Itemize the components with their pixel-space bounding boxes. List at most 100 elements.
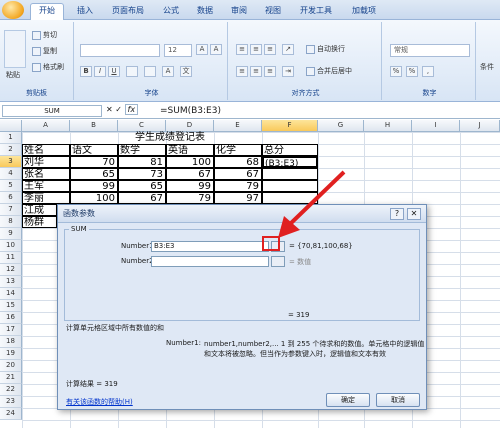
header-cell-math[interactable]: 数学 (118, 144, 166, 156)
active-cell[interactable]: (B3:E3) (262, 156, 318, 169)
header-cell-total[interactable]: 总分 (262, 144, 318, 156)
table-cell[interactable]: 73 (118, 168, 166, 180)
ok-button[interactable]: 确定 (326, 393, 370, 407)
cancel-button[interactable]: 取消 (376, 393, 420, 407)
office-button[interactable] (2, 1, 24, 19)
table-cell[interactable]: 67 (214, 168, 262, 180)
table-cell[interactable]: 68 (214, 156, 262, 168)
column-header-b[interactable]: B (70, 120, 118, 132)
wrap-text-button[interactable]: 自动换行 (306, 44, 345, 54)
tab-addins[interactable]: 加载项 (344, 4, 384, 20)
table-cell[interactable]: 79 (166, 192, 214, 204)
tab-developer[interactable]: 开发工具 (292, 4, 340, 20)
row-header-24[interactable]: 24 (0, 408, 22, 420)
row-header-4[interactable]: 4 (0, 168, 22, 180)
arg2-input[interactable] (151, 256, 269, 267)
help-link[interactable]: 有关该函数的帮助(H) (66, 397, 133, 407)
row-header-9[interactable]: 9 (0, 228, 22, 240)
column-header-f[interactable]: F (262, 120, 318, 132)
row-header-15[interactable]: 15 (0, 300, 22, 312)
align-bottom-icon[interactable]: ≡ (264, 44, 276, 55)
row-header-10[interactable]: 10 (0, 240, 22, 252)
header-cell-english[interactable]: 英语 (166, 144, 214, 156)
table-cell[interactable]: 65 (70, 168, 118, 180)
row-header-8[interactable]: 8 (0, 216, 22, 228)
table-cell[interactable]: 张名 (22, 168, 70, 180)
row-header-5[interactable]: 5 (0, 180, 22, 192)
bold-icon[interactable]: B (80, 66, 92, 77)
row-header-1[interactable]: 1 (0, 132, 22, 144)
header-cell-chinese[interactable]: 语文 (70, 144, 118, 156)
close-icon[interactable]: ✕ (407, 208, 421, 220)
row-header-2[interactable]: 2 (0, 144, 22, 156)
table-cell[interactable]: 67 (166, 168, 214, 180)
tab-insert[interactable]: 插入 (70, 4, 100, 20)
table-cell[interactable]: 81 (118, 156, 166, 168)
row-header-23[interactable]: 23 (0, 396, 22, 408)
row-header-19[interactable]: 19 (0, 348, 22, 360)
font-name-combo[interactable] (80, 44, 160, 57)
cut-button[interactable]: 剪切 (32, 30, 57, 40)
row-header-17[interactable]: 17 (0, 324, 22, 336)
row-header-12[interactable]: 12 (0, 264, 22, 276)
column-header-a[interactable]: A (22, 120, 70, 132)
column-header-d[interactable]: D (166, 120, 214, 132)
paste-button[interactable]: 粘贴 (6, 70, 20, 80)
row-header-22[interactable]: 22 (0, 384, 22, 396)
fill-color-icon[interactable] (144, 66, 156, 77)
table-cell[interactable]: 67 (118, 192, 166, 204)
underline-icon[interactable]: U (108, 66, 120, 77)
italic-icon[interactable]: I (94, 66, 106, 77)
tab-review[interactable]: 审阅 (224, 4, 254, 20)
column-header-i[interactable]: I (412, 120, 460, 132)
enter-icon[interactable]: ✓ (115, 105, 122, 114)
arg1-input[interactable]: B3:E3 (151, 241, 269, 252)
merge-center-button[interactable]: 合并后居中 (306, 66, 352, 76)
collapse-dialog-icon[interactable] (271, 256, 285, 267)
table-cell[interactable]: 李丽 (22, 192, 70, 204)
formula-input[interactable]: =SUM(B3:E3) (160, 105, 221, 117)
grow-font-icon[interactable]: A (196, 44, 208, 55)
row-header-21[interactable]: 21 (0, 372, 22, 384)
align-center-icon[interactable]: ≡ (250, 66, 262, 77)
table-cell[interactable]: 79 (214, 180, 262, 192)
sheet-title[interactable]: 学生成绩登记表 (22, 132, 318, 144)
table-cell[interactable]: 王军 (22, 180, 70, 192)
table-cell[interactable]: 江成 (22, 204, 57, 216)
shrink-font-icon[interactable]: A (210, 44, 222, 55)
tab-home[interactable]: 开始 (30, 3, 64, 21)
column-header-j[interactable]: J (460, 120, 500, 132)
align-left-icon[interactable]: ≡ (236, 66, 248, 77)
tab-data[interactable]: 数据 (190, 4, 220, 20)
select-all-corner[interactable] (0, 120, 22, 132)
column-header-h[interactable]: H (364, 120, 412, 132)
table-cell[interactable]: 100 (70, 192, 118, 204)
tab-view[interactable]: 视图 (258, 4, 288, 20)
align-top-icon[interactable]: ≡ (236, 44, 248, 55)
orientation-icon[interactable]: ↗ (282, 44, 294, 55)
column-header-e[interactable]: E (214, 120, 262, 132)
row-header-16[interactable]: 16 (0, 312, 22, 324)
table-cell[interactable]: 99 (166, 180, 214, 192)
column-header-c[interactable]: C (118, 120, 166, 132)
number-format-combo[interactable]: 常规 (390, 44, 470, 57)
header-cell-name[interactable]: 姓名 (22, 144, 70, 156)
header-cell-chemistry[interactable]: 化学 (214, 144, 262, 156)
align-middle-icon[interactable]: ≡ (250, 44, 262, 55)
cancel-icon[interactable]: ✕ (106, 105, 113, 114)
tab-formulas[interactable]: 公式 (156, 4, 186, 20)
comma-icon[interactable]: , (422, 66, 434, 77)
percent-icon[interactable]: % (406, 66, 418, 77)
format-painter-button[interactable]: 格式刷 (32, 62, 64, 72)
row-header-7[interactable]: 7 (0, 204, 22, 216)
table-cell[interactable]: 65 (118, 180, 166, 192)
conditional-format-button[interactable]: 条件 (480, 62, 494, 72)
table-cell[interactable]: 杨群 (22, 216, 57, 228)
indent-icon[interactable]: ⇥ (282, 66, 294, 77)
phonetic-icon[interactable]: 文 (180, 66, 192, 77)
help-icon[interactable]: ? (390, 208, 404, 220)
row-header-3[interactable]: 3 (0, 156, 22, 168)
table-cell[interactable]: 100 (166, 156, 214, 168)
row-header-11[interactable]: 11 (0, 252, 22, 264)
table-cell[interactable]: 97 (214, 192, 262, 204)
